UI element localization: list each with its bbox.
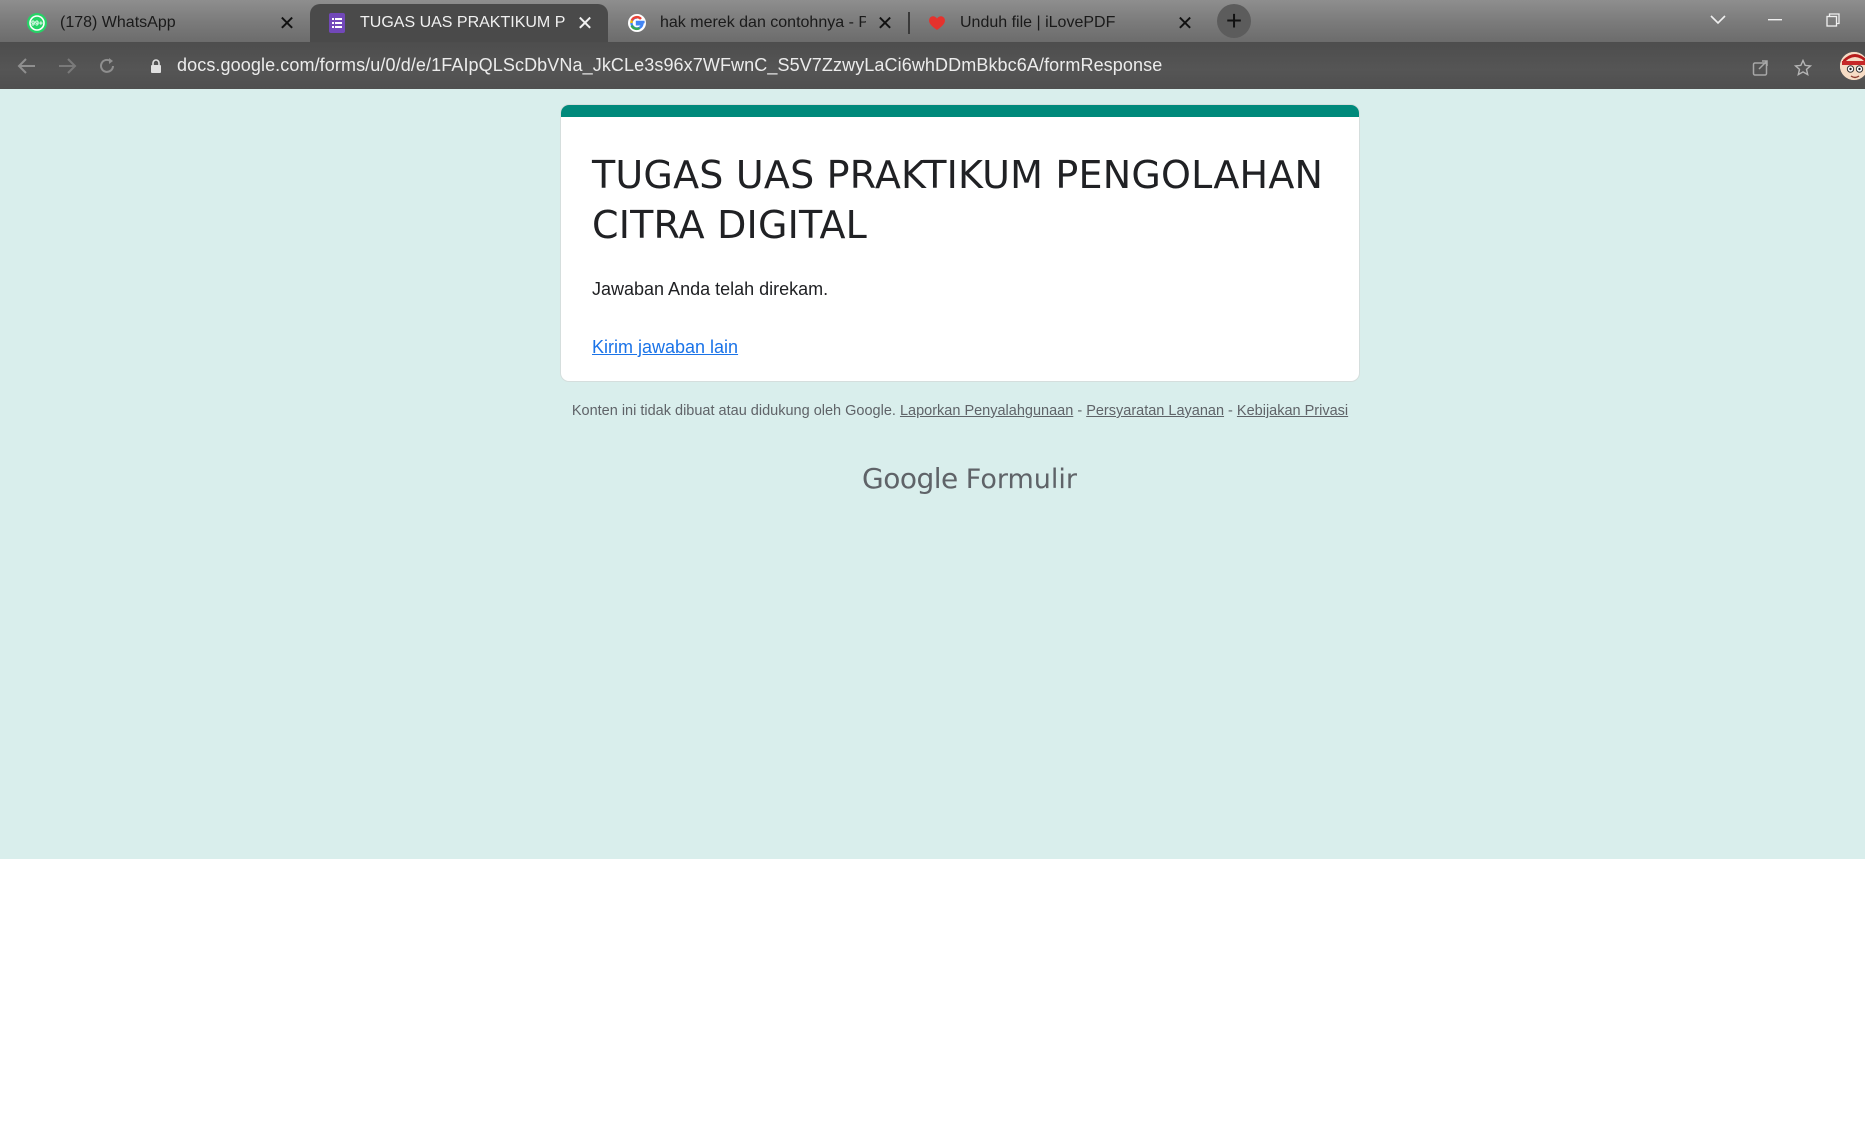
reload-icon bbox=[100, 58, 114, 73]
footer-separator: - bbox=[1224, 403, 1237, 419]
share-button[interactable] bbox=[1746, 53, 1776, 83]
close-tab-icon[interactable]: ✕ bbox=[574, 12, 596, 35]
browser-tab-strip: 99+ (178) WhatsApp ✕ TUGAS UAS PRAKTIKUM… bbox=[0, 0, 1865, 42]
google-forms-logo[interactable]: Google Formulir bbox=[862, 462, 1077, 495]
footer-disclaimer: Konten ini tidak dibuat atau didukung ol… bbox=[560, 402, 1360, 420]
card-accent-bar bbox=[561, 105, 1359, 117]
google-icon bbox=[626, 12, 648, 34]
forms-wordmark: Formulir bbox=[965, 464, 1077, 495]
disclaimer-text: Konten ini tidak dibuat atau didukung ol… bbox=[571, 403, 896, 419]
close-tab-icon[interactable]: ✕ bbox=[874, 12, 896, 35]
profile-avatar[interactable] bbox=[1839, 51, 1865, 81]
google-forms-icon bbox=[326, 12, 348, 34]
form-title: TUGAS UAS PRAKTIKUM PENGOLAHAN CITRA DIG… bbox=[592, 153, 1324, 247]
confirmation-message: Jawaban Anda telah direkam. bbox=[592, 279, 829, 299]
avatar-icon bbox=[1840, 52, 1865, 80]
bookmark-button[interactable] bbox=[1788, 53, 1818, 83]
tab-google-form[interactable]: TUGAS UAS PRAKTIKUM PENGOLAHAN CITRA DIG… bbox=[310, 4, 608, 42]
svg-text:99+: 99+ bbox=[31, 21, 43, 28]
forward-button[interactable] bbox=[52, 51, 82, 81]
submit-another-response-link[interactable]: Kirim jawaban lain bbox=[592, 337, 738, 358]
plus-icon: + bbox=[1225, 5, 1243, 36]
tab-title: Unduh file | iLovePDF bbox=[960, 14, 1116, 31]
report-abuse-link[interactable]: Laporkan Penyalahgunaan bbox=[900, 403, 1073, 419]
back-button[interactable] bbox=[12, 51, 42, 81]
whatsapp-icon: 99+ bbox=[26, 12, 48, 34]
arrow-left-icon bbox=[17, 58, 35, 74]
footer-separator: - bbox=[1073, 403, 1087, 419]
reload-button[interactable] bbox=[92, 51, 122, 81]
tab-title: hak merek dan contohnya - Penelusuran Go… bbox=[660, 14, 866, 31]
new-tab-button[interactable]: + bbox=[1217, 4, 1251, 38]
minimize-icon bbox=[1768, 19, 1782, 21]
arrow-right-icon bbox=[59, 58, 77, 74]
restore-button[interactable] bbox=[1818, 6, 1848, 34]
form-response-card: TUGAS UAS PRAKTIKUM PENGOLAHAN CITRA DIG… bbox=[560, 104, 1360, 382]
address-bar[interactable]: docs.google.com/forms/u/0/d/e/1FAIpQLScD… bbox=[177, 55, 1162, 79]
restore-icon bbox=[1826, 13, 1840, 27]
form-page-background: TUGAS UAS PRAKTIKUM PENGOLAHAN CITRA DIG… bbox=[0, 89, 1865, 859]
tab-ilovepdf[interactable]: Unduh file | iLovePDF ✕ bbox=[910, 4, 1208, 42]
terms-of-service-link[interactable]: Persyaratan Layanan bbox=[1086, 403, 1224, 419]
star-icon bbox=[1794, 59, 1812, 77]
tab-title: TUGAS UAS PRAKTIKUM PENGOLAHAN CITRA DIG… bbox=[360, 14, 566, 31]
lock-icon bbox=[151, 59, 161, 73]
tab-search-dropdown[interactable] bbox=[1703, 6, 1733, 34]
tab-whatsapp[interactable]: 99+ (178) WhatsApp ✕ bbox=[10, 4, 310, 42]
share-icon bbox=[1752, 60, 1768, 76]
close-tab-icon[interactable]: ✕ bbox=[1174, 12, 1196, 35]
close-tab-icon[interactable]: ✕ bbox=[276, 12, 298, 35]
ilovepdf-icon bbox=[926, 12, 948, 34]
google-wordmark: Google bbox=[862, 462, 958, 495]
chevron-down-icon bbox=[1710, 15, 1726, 25]
tab-title: (178) WhatsApp bbox=[60, 14, 176, 31]
minimize-button[interactable] bbox=[1760, 6, 1790, 34]
privacy-policy-link[interactable]: Kebijakan Privasi bbox=[1237, 403, 1348, 419]
tab-google-search[interactable]: hak merek dan contohnya - Penelusuran Go… bbox=[610, 4, 908, 42]
